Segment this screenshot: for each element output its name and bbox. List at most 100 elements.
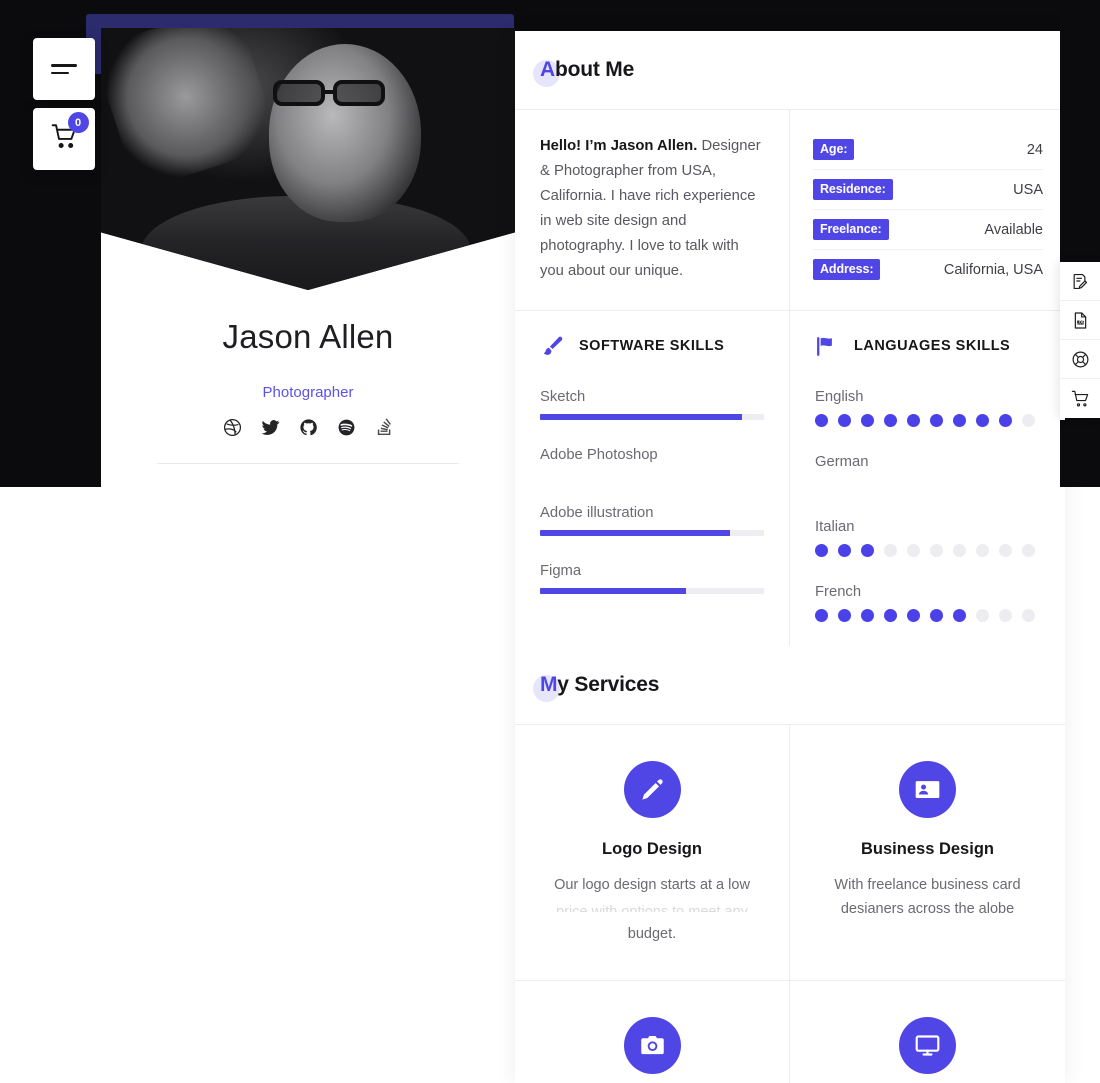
rating-dot <box>907 609 920 622</box>
rating-dot <box>838 414 851 427</box>
list-item: German <box>815 454 1040 492</box>
rail-backdrop-bottom <box>1060 420 1100 487</box>
menu-toggle-button[interactable] <box>33 38 95 100</box>
divider <box>157 463 459 464</box>
rating-dot <box>976 609 989 622</box>
info-value: USA <box>1013 181 1043 198</box>
software-skills-title: SOFTWARE SKILLS <box>579 338 725 354</box>
list-item: Figma <box>540 563 764 594</box>
info-label: Age: <box>813 139 855 160</box>
info-value: Available <box>984 221 1043 238</box>
camera-icon <box>623 1017 681 1074</box>
photo-shoulder-shape <box>141 196 471 290</box>
rating-dot <box>815 609 828 622</box>
skill-label: Adobe illustration <box>540 505 654 521</box>
info-value: 24 <box>1026 141 1043 158</box>
rating-dot <box>930 414 943 427</box>
table-row: Freelance: Available <box>813 210 1043 250</box>
rating-dots <box>815 414 1040 427</box>
cart-count-badge: 0 <box>67 112 89 133</box>
rating-dot <box>907 544 920 557</box>
software-skills-column: SOFTWARE SKILLS Sketch Adobe Photoshop A… <box>515 311 790 646</box>
github-icon[interactable] <box>297 416 319 438</box>
profile-name: Jason Allen <box>222 318 394 355</box>
table-row: Age: 24 <box>813 130 1043 170</box>
rating-dot <box>976 544 989 557</box>
info-label: Freelance: <box>813 219 889 240</box>
rating-dot <box>976 414 989 427</box>
info-label: Residence: <box>813 179 893 200</box>
list-item: English <box>815 389 1040 427</box>
rating-dot <box>884 414 897 427</box>
changelog-icon[interactable]: LOG <box>1060 301 1100 340</box>
twitter-icon[interactable] <box>259 416 281 438</box>
spotify-icon[interactable] <box>335 416 357 438</box>
services-title: My Services <box>540 673 659 697</box>
rating-dot <box>884 544 897 557</box>
cart-icon[interactable] <box>1060 379 1100 418</box>
list-item: Italian <box>815 519 1040 557</box>
about-section-header: About Me <box>515 31 1065 109</box>
progress-track <box>540 530 764 536</box>
rating-dot <box>838 544 851 557</box>
rating-dot <box>861 414 874 427</box>
profile-role: Photographer <box>262 384 354 401</box>
info-label: Address: <box>813 259 881 280</box>
services-section-header: My Services <box>515 646 1065 724</box>
rating-dot <box>999 414 1012 427</box>
progress-track <box>540 588 764 594</box>
customize-icon[interactable] <box>1060 262 1100 301</box>
language-skills-title: LANGUAGES SKILLS <box>854 338 1011 354</box>
content-panel: About Me Hello! I’m Jason Allen. Designe… <box>515 31 1065 1083</box>
table-row: Residence: USA <box>813 170 1043 210</box>
rating-dot <box>930 609 943 622</box>
service-desc-line: budget. <box>627 926 677 942</box>
service-title: Business Design <box>861 840 994 858</box>
menu-trigger[interactable]: ••• MENU <box>101 483 515 487</box>
rail-backdrop-top <box>1060 0 1100 262</box>
service-card[interactable]: Photography Full-day or half-day photo s… <box>515 981 790 1083</box>
rating-dots <box>815 609 1040 622</box>
rating-dot <box>999 544 1012 557</box>
hamburger-icon <box>51 59 77 79</box>
about-intro-rest: Designer & Photographer from USA, Califo… <box>540 138 761 279</box>
about-title-initial: A <box>540 58 555 81</box>
service-card[interactable]: Web Design On average Webs theme project… <box>790 981 1065 1083</box>
rating-dot <box>861 609 874 622</box>
social-links <box>101 416 515 438</box>
about-text-column: Hello! I’m Jason Allen. Designer & Photo… <box>515 110 790 310</box>
services-title-rest: y Services <box>557 673 660 696</box>
skill-label: Sketch <box>540 389 586 405</box>
photo-head-shape <box>269 44 421 222</box>
language-label: German <box>815 454 869 470</box>
stack-overflow-icon[interactable] <box>373 416 395 438</box>
service-desc-line: Our logo design starts at a low <box>554 877 750 893</box>
about-paragraph: Hello! I’m Jason Allen. Designer & Photo… <box>540 134 761 284</box>
support-icon[interactable] <box>1060 340 1100 379</box>
about-title-rest: bout Me <box>554 58 635 81</box>
service-title: Logo Design <box>602 840 702 858</box>
service-description: Our logo design starts at a low price wi… <box>545 873 759 946</box>
rating-dot <box>953 544 966 557</box>
changelog-text: LOG <box>1076 319 1084 324</box>
progress-track <box>540 414 764 420</box>
rating-dot <box>861 544 874 557</box>
id-card-icon <box>899 761 956 818</box>
skill-label: Figma <box>540 563 582 579</box>
rating-dot <box>884 609 897 622</box>
progress-fill <box>540 588 686 594</box>
rating-dot <box>999 609 1012 622</box>
list-item: Adobe Photoshop <box>540 447 764 478</box>
dribbble-icon[interactable] <box>221 416 243 438</box>
services-title-initial: M <box>540 673 558 696</box>
skill-label: Adobe Photoshop <box>540 447 658 463</box>
service-card[interactable]: Business Design With freelance business … <box>790 725 1065 981</box>
services-grid: Logo Design Our logo design starts at a … <box>515 725 1065 1083</box>
rating-dots <box>815 544 1040 557</box>
photo-glasses-shape <box>273 80 411 106</box>
skills-body: SOFTWARE SKILLS Sketch Adobe Photoshop A… <box>515 311 1065 646</box>
cart-button[interactable]: 0 <box>33 108 95 170</box>
service-card[interactable]: Logo Design Our logo design starts at a … <box>515 725 790 981</box>
rating-dot <box>1022 414 1035 427</box>
flag-icon <box>815 333 841 359</box>
